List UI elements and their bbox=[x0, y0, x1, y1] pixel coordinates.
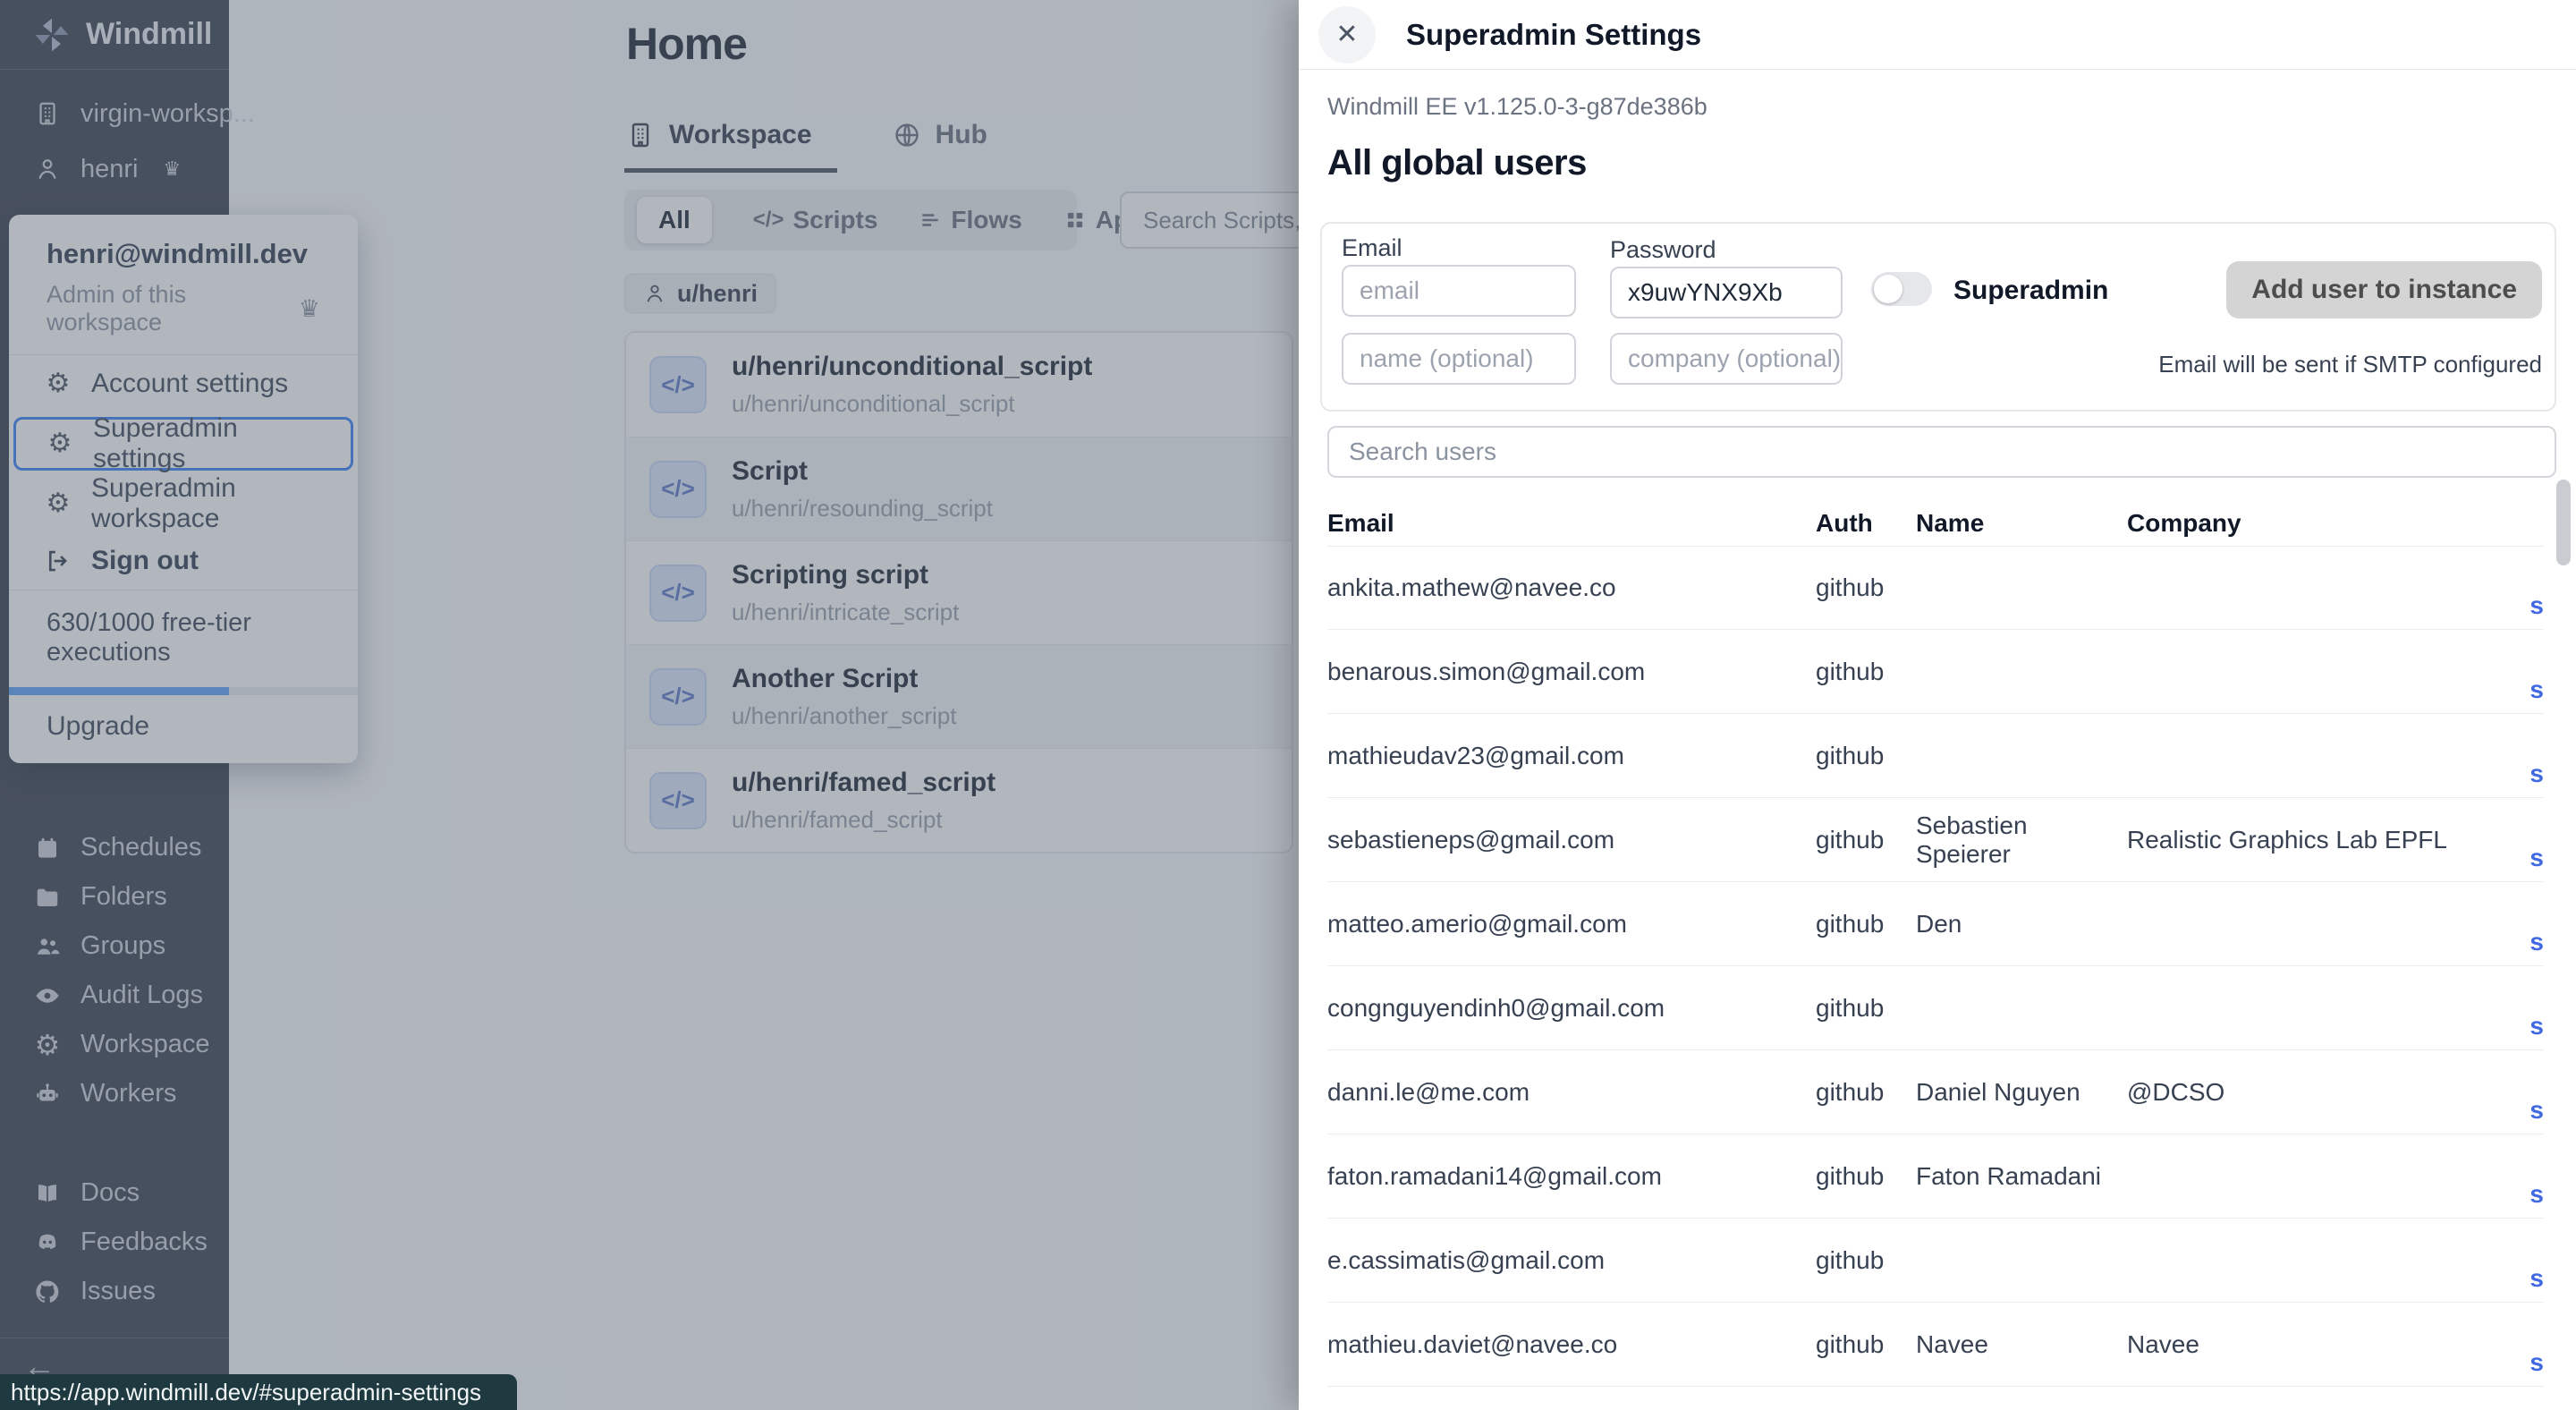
scrollbar-thumb[interactable] bbox=[2556, 480, 2571, 565]
table-row: congnguyendinh0@gmail.comgithub s bbox=[1327, 966, 2544, 1050]
user-email-cell: mathieu.daviet@navee.co bbox=[1327, 1330, 1816, 1359]
col-header-company: Company bbox=[2127, 509, 2503, 538]
user-auth-cell: github bbox=[1816, 1162, 1916, 1191]
table-row: benarous.simon@gmail.comgithub s bbox=[1327, 630, 2544, 714]
user-auth-cell: github bbox=[1816, 826, 1916, 854]
users-table-header: Email Auth Name Company bbox=[1327, 501, 2544, 546]
table-row: sebastieneps@gmail.comgithubSebastien Sp… bbox=[1327, 798, 2544, 882]
name-field[interactable] bbox=[1342, 333, 1576, 385]
user-email-cell: e.cassimatis@gmail.com bbox=[1327, 1246, 1816, 1275]
user-action-link[interactable]: s bbox=[2529, 1180, 2544, 1208]
superadmin-toggle-label: Superadmin bbox=[1953, 276, 2108, 306]
password-label: Password bbox=[1610, 236, 1716, 264]
user-auth-cell: github bbox=[1816, 658, 1916, 686]
user-auth-cell: github bbox=[1816, 742, 1916, 770]
user-email-cell: sebastieneps@gmail.com bbox=[1327, 826, 1816, 854]
user-name-cell: Navee bbox=[1916, 1330, 2127, 1359]
drawer-backdrop[interactable] bbox=[0, 0, 1299, 1410]
user-action-cell: s bbox=[2503, 573, 2544, 602]
user-action-link[interactable]: s bbox=[2529, 1096, 2544, 1124]
users-table-body: ankita.mathew@navee.cogithubsbenarous.si… bbox=[1327, 546, 2544, 1387]
version-label: Windmill EE v1.125.0-3-g87de386b bbox=[1327, 93, 1707, 121]
user-email-cell: faton.ramadani14@gmail.com bbox=[1327, 1162, 1816, 1191]
superadmin-drawer: ✕ Superadmin Settings Windmill EE v1.125… bbox=[1299, 0, 2576, 1410]
user-email-cell: ankita.mathew@navee.co bbox=[1327, 573, 1816, 602]
email-label: Email bbox=[1342, 234, 1402, 262]
company-field[interactable] bbox=[1610, 333, 1843, 385]
smtp-note: Email will be sent if SMTP configured bbox=[2158, 351, 2542, 378]
table-row: e.cassimatis@gmail.comgithub s bbox=[1327, 1219, 2544, 1303]
user-email-cell: matteo.amerio@gmail.com bbox=[1327, 910, 1816, 939]
user-action-cell: s bbox=[2503, 742, 2544, 770]
user-action-cell: s bbox=[2503, 1078, 2544, 1107]
user-action-cell: s bbox=[2503, 910, 2544, 939]
user-email-cell: congnguyendinh0@gmail.com bbox=[1327, 994, 1816, 1023]
add-user-button[interactable]: Add user to instance bbox=[2226, 261, 2542, 319]
user-action-cell: s bbox=[2503, 826, 2544, 854]
user-action-link[interactable]: s bbox=[2529, 591, 2544, 619]
user-action-link[interactable]: s bbox=[2529, 1264, 2544, 1292]
user-name-cell: Den bbox=[1916, 910, 2127, 939]
user-action-link[interactable]: s bbox=[2529, 1012, 2544, 1040]
table-row: ankita.mathew@navee.cogithub s bbox=[1327, 546, 2544, 630]
user-action-link[interactable]: s bbox=[2529, 928, 2544, 956]
email-field[interactable] bbox=[1342, 265, 1576, 317]
password-field[interactable] bbox=[1610, 267, 1843, 319]
user-auth-cell: github bbox=[1816, 1330, 1916, 1359]
table-row: matteo.amerio@gmail.comgithubDen s bbox=[1327, 882, 2544, 966]
col-header-auth: Auth bbox=[1816, 509, 1916, 538]
user-name-cell: Daniel Nguyen bbox=[1916, 1078, 2127, 1107]
table-row: faton.ramadani14@gmail.comgithubFaton Ra… bbox=[1327, 1134, 2544, 1219]
user-action-cell: s bbox=[2503, 1246, 2544, 1275]
col-header-email: Email bbox=[1327, 509, 1816, 538]
user-action-cell: s bbox=[2503, 658, 2544, 686]
user-auth-cell: github bbox=[1816, 1246, 1916, 1275]
table-row: mathieudav23@gmail.comgithub s bbox=[1327, 714, 2544, 798]
user-name-cell: Sebastien Speierer bbox=[1916, 811, 2127, 869]
table-row: mathieu.daviet@navee.cogithubNaveeNavees bbox=[1327, 1303, 2544, 1387]
user-action-link[interactable]: s bbox=[2529, 1348, 2544, 1376]
status-url-tooltip: https://app.windmill.dev/#superadmin-set… bbox=[0, 1374, 517, 1410]
user-action-cell: s bbox=[2503, 1330, 2544, 1359]
user-auth-cell: github bbox=[1816, 1078, 1916, 1107]
user-action-link[interactable]: s bbox=[2529, 675, 2544, 703]
search-users-input[interactable] bbox=[1327, 426, 2556, 478]
user-email-cell: mathieudav23@gmail.com bbox=[1327, 742, 1816, 770]
col-header-name: Name bbox=[1916, 509, 2127, 538]
user-action-cell: s bbox=[2503, 1162, 2544, 1191]
user-action-link[interactable]: s bbox=[2529, 844, 2544, 871]
toggle-knob bbox=[1874, 275, 1902, 303]
user-email-cell: benarous.simon@gmail.com bbox=[1327, 658, 1816, 686]
user-company-cell: @DCSO bbox=[2127, 1078, 2503, 1107]
superadmin-toggle[interactable] bbox=[1871, 272, 1932, 306]
drawer-header: ✕ Superadmin Settings bbox=[1299, 0, 2576, 70]
add-user-form: Email Password Superadmin Add user to in… bbox=[1320, 222, 2556, 412]
user-auth-cell: github bbox=[1816, 910, 1916, 939]
screen: Windmill virgin-worksp... henri ♛ Schedu… bbox=[0, 0, 2576, 1410]
user-company-cell: Realistic Graphics Lab EPFL bbox=[2127, 826, 2503, 854]
user-name-cell: Faton Ramadani bbox=[1916, 1162, 2127, 1191]
user-auth-cell: github bbox=[1816, 994, 1916, 1023]
drawer-title: Superadmin Settings bbox=[1406, 18, 1701, 52]
users-table: Email Auth Name Company ankita.mathew@na… bbox=[1327, 501, 2544, 1387]
close-icon[interactable]: ✕ bbox=[1318, 6, 1376, 64]
user-auth-cell: github bbox=[1816, 573, 1916, 602]
user-action-cell: s bbox=[2503, 994, 2544, 1023]
user-action-link[interactable]: s bbox=[2529, 760, 2544, 787]
table-row: danni.le@me.comgithubDaniel Nguyen@DCSOs bbox=[1327, 1050, 2544, 1134]
user-email-cell: danni.le@me.com bbox=[1327, 1078, 1816, 1107]
all-global-users-heading: All global users bbox=[1327, 143, 1587, 183]
user-company-cell: Navee bbox=[2127, 1330, 2503, 1359]
